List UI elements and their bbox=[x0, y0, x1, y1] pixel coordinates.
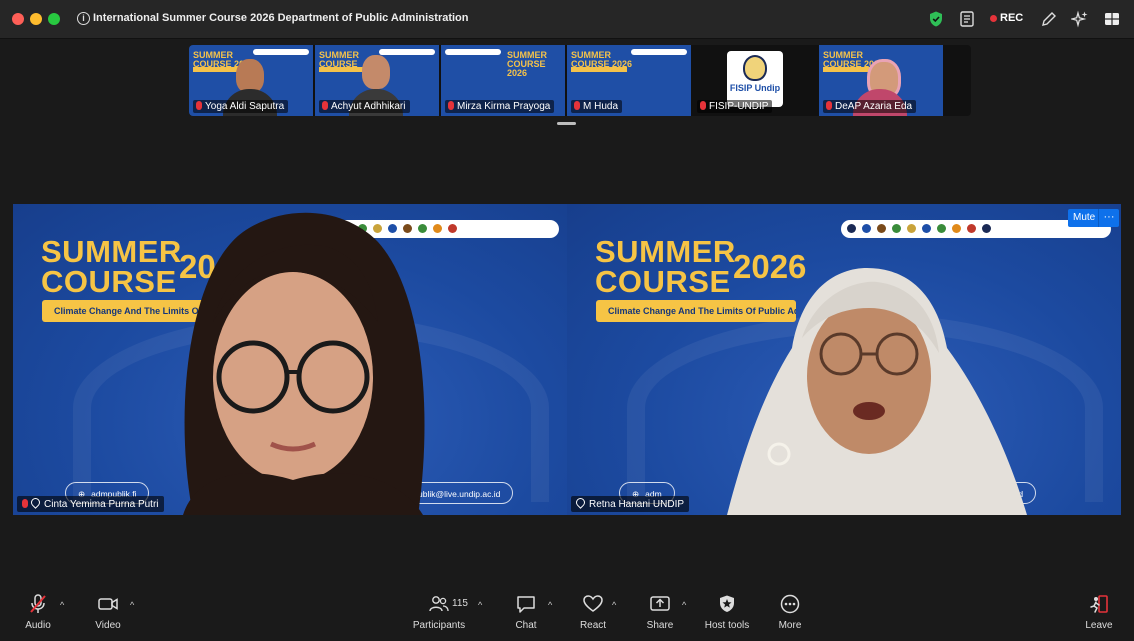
tile-more-options-button[interactable]: ··· bbox=[1098, 209, 1119, 227]
participants-icon bbox=[429, 596, 449, 612]
thumbnail-nametag: DeAP Azaria Eda bbox=[823, 100, 917, 113]
share-options-chevron-icon[interactable]: ^ bbox=[682, 600, 686, 610]
thumbnail-tile[interactable]: SUMMER COURSE 2026 DeAP Azaria Eda bbox=[819, 45, 943, 116]
thumb-bg-logos bbox=[379, 49, 435, 55]
thumb-bg-logos bbox=[631, 49, 687, 55]
strip-resize-handle[interactable] bbox=[557, 122, 576, 125]
chat-options-chevron-icon[interactable]: ^ bbox=[548, 600, 552, 610]
thumbnail-nametag: Achyut Adhhikari bbox=[319, 100, 410, 113]
video-camera-icon bbox=[98, 598, 118, 610]
audio-options-chevron-icon[interactable]: ^ bbox=[60, 600, 64, 610]
more-ellipsis-icon bbox=[780, 594, 800, 614]
audio-label: Audio bbox=[25, 620, 51, 631]
tile-nametag: Cinta Yemima Purna Putri bbox=[17, 496, 164, 512]
close-window-button[interactable] bbox=[12, 13, 24, 25]
heart-icon bbox=[583, 595, 603, 612]
thumbnail-nametag: Mirza Kirma Prayoga bbox=[445, 100, 555, 113]
university-seal-icon bbox=[743, 55, 767, 81]
thumbnail-nametag: Yoga Aldi Saputra bbox=[193, 100, 289, 113]
encryption-shield-icon[interactable] bbox=[927, 10, 945, 28]
recording-dot-icon bbox=[990, 15, 997, 22]
participant-thumbnail-strip: SUMMER COURSE 2026 Yoga Aldi Saputra SUMM… bbox=[189, 45, 971, 116]
participants-label: Participants bbox=[412, 620, 466, 631]
gallery-view-grid-icon[interactable] bbox=[1103, 10, 1121, 28]
chat-button[interactable]: Chat bbox=[496, 594, 556, 631]
video-tile-cinta[interactable]: SUMMER COURSE 20 Climate Change And The L… bbox=[13, 204, 567, 515]
leave-label: Leave bbox=[1085, 620, 1113, 631]
participant-name: DeAP Azaria Eda bbox=[835, 101, 913, 112]
audio-button[interactable]: Audio bbox=[8, 594, 68, 631]
participant-name: Cinta Yemima Purna Putri bbox=[44, 499, 159, 510]
react-label: React bbox=[579, 620, 607, 631]
participant-name: Yoga Aldi Saputra bbox=[205, 101, 285, 112]
meeting-info-icon[interactable]: i bbox=[77, 12, 90, 25]
participant-name: Mirza Kirma Prayoga bbox=[457, 101, 551, 112]
video-button[interactable]: Video bbox=[78, 594, 138, 631]
thumb-bg-logos bbox=[445, 49, 501, 55]
share-label: Share bbox=[646, 620, 674, 631]
meeting-controls-toolbar: Audio ^ Video ^ Participants 115 ^ Chat … bbox=[0, 586, 1134, 641]
thumb-bg-logos bbox=[253, 49, 309, 55]
participant-video bbox=[727, 268, 1027, 515]
thumbnail-nametag: FISIP-UNDIP bbox=[697, 100, 773, 113]
participants-options-chevron-icon[interactable]: ^ bbox=[478, 600, 482, 610]
participant-name: FISIP-UNDIP bbox=[709, 101, 769, 112]
video-options-chevron-icon[interactable]: ^ bbox=[130, 600, 134, 610]
participants-count: 115 bbox=[452, 598, 468, 609]
participant-video bbox=[183, 212, 425, 515]
video-label: Video bbox=[95, 620, 121, 631]
tile-mute-button[interactable]: Mute bbox=[1068, 209, 1101, 227]
fisip-undip-logo: FISIP Undip bbox=[727, 51, 783, 107]
tile-nametag: Retna Hanani UNDIP bbox=[571, 496, 690, 512]
thumbnail-tile[interactable]: SUMMER COURSE 2026 Yoga Aldi Saputra bbox=[189, 45, 313, 116]
share-button[interactable]: Share bbox=[630, 594, 690, 631]
ai-companion-sparkle-icon[interactable] bbox=[1071, 10, 1089, 28]
host-tools-label: Host tools bbox=[704, 620, 750, 631]
mic-muted-icon bbox=[196, 101, 202, 110]
mic-muted-icon bbox=[574, 101, 580, 110]
chat-label: Chat bbox=[515, 620, 537, 631]
logo-text: FISIP Undip bbox=[729, 83, 781, 93]
thumbnail-tile[interactable]: SUMMER COURSE 2026 Mirza Kirma Prayoga bbox=[441, 45, 565, 116]
thumbnail-tile[interactable]: SUMMER COURSE Achyut Adhhikari bbox=[315, 45, 439, 116]
participant-face bbox=[362, 55, 390, 89]
video-tile-retna[interactable]: SUMMER COURSE 2026 Climate Change And The… bbox=[567, 204, 1121, 515]
notes-icon[interactable] bbox=[958, 10, 976, 28]
mic-muted-icon bbox=[700, 101, 706, 110]
leave-button[interactable]: Leave bbox=[1069, 594, 1129, 631]
mic-muted-icon bbox=[826, 101, 832, 110]
share-screen-icon bbox=[650, 596, 670, 611]
minimize-window-button[interactable] bbox=[30, 13, 42, 25]
title-bar: i International Summer Course 2026 Depar… bbox=[0, 0, 1134, 39]
zoom-window-button[interactable] bbox=[48, 13, 60, 25]
mic-muted-icon bbox=[322, 101, 328, 110]
thumb-bg-title: SUMMER COURSE 2026 bbox=[507, 50, 547, 78]
host-tools-shield-icon bbox=[720, 595, 734, 612]
more-button[interactable]: More bbox=[760, 594, 820, 631]
mic-muted-icon bbox=[448, 101, 454, 110]
annotate-pencil-icon[interactable] bbox=[1040, 10, 1058, 28]
participant-name: Retna Hanani UNDIP bbox=[589, 499, 685, 510]
chat-bubble-icon bbox=[517, 596, 535, 613]
recording-status[interactable]: REC bbox=[1000, 12, 1023, 24]
window-title: International Summer Course 2026 Departm… bbox=[93, 12, 469, 24]
host-tools-button[interactable]: Host tools bbox=[697, 594, 757, 631]
pin-icon bbox=[574, 496, 587, 509]
thumbnail-tile[interactable]: SUMMER COURSE 2026 M Huda bbox=[567, 45, 691, 116]
mic-muted-icon bbox=[22, 499, 28, 508]
participant-name: Achyut Adhhikari bbox=[331, 101, 406, 112]
participant-face bbox=[236, 59, 264, 93]
mic-muted-icon bbox=[30, 594, 46, 613]
thumbnail-tile[interactable]: FISIP Undip FISIP-UNDIP bbox=[693, 45, 817, 116]
thumb-bg-banner bbox=[571, 67, 627, 72]
participant-name: M Huda bbox=[583, 101, 619, 112]
thumbnail-nametag: M Huda bbox=[571, 100, 623, 113]
leave-door-icon bbox=[1090, 595, 1108, 613]
more-label: More bbox=[778, 620, 802, 631]
react-options-chevron-icon[interactable]: ^ bbox=[612, 600, 616, 610]
pin-icon bbox=[29, 496, 42, 509]
